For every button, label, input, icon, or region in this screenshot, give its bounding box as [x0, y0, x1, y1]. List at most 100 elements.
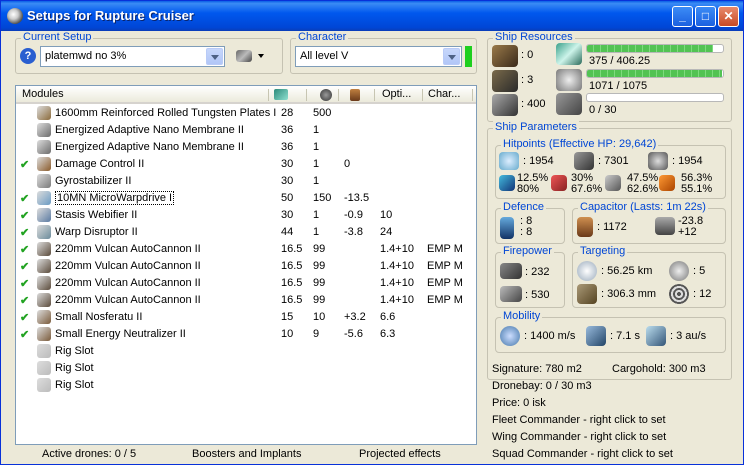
module-row[interactable]: Rig Slot	[16, 343, 476, 360]
capacitor-icon	[577, 217, 593, 237]
active-check-icon[interactable]: ✔	[20, 243, 29, 256]
fleet-commander[interactable]: Fleet Commander - right click to set	[492, 414, 666, 426]
drone-bay-icon	[492, 94, 518, 116]
hitpoints-group: Hitpoints (Effective HP: 29,642) : 1954 …	[495, 138, 726, 199]
powergrid-bar-fill	[587, 70, 723, 77]
active-drones-button[interactable]: Active drones: 0 / 5	[42, 448, 136, 460]
boosters-implants-button[interactable]: Boosters and Implants	[192, 448, 301, 460]
module-charge: EMP M	[427, 294, 463, 306]
calibration-bar	[586, 93, 724, 102]
app-icon	[7, 8, 23, 24]
help-icon[interactable]: ?	[20, 48, 36, 64]
squad-commander[interactable]: Squad Commander - right click to set	[492, 448, 673, 460]
active-check-icon[interactable]: ✔	[20, 328, 29, 341]
max-velocity: : 1400 m/s	[524, 330, 576, 342]
header-optimal[interactable]: Opti...	[382, 88, 411, 100]
module-cpu: 16.5	[281, 260, 303, 272]
module-powergrid: 1	[313, 124, 320, 136]
structure-icon	[648, 152, 668, 170]
chevron-down-icon[interactable]	[443, 48, 460, 65]
dronebay-capacity: Dronebay: 0 / 30 m3	[492, 380, 592, 392]
module-row[interactable]: 1600mm Reinforced Rolled Tungsten Plates…	[16, 105, 476, 122]
minimize-button[interactable]: _	[672, 6, 693, 27]
module-row[interactable]: Energized Adaptive Nano Membrane II 36 1	[16, 139, 476, 156]
setup-menu-button[interactable]	[234, 48, 270, 64]
module-name: Rig Slot	[55, 379, 94, 391]
modules-list[interactable]: Modules Opti... Char... 1600mm Reinforce…	[15, 85, 477, 445]
module-row[interactable]: ✔ Stasis Webifier II 30 1 -0.9 10	[16, 207, 476, 224]
window-title: Setups for Rupture Cruiser	[27, 8, 194, 23]
module-name: Gyrostabilizer II	[55, 175, 132, 187]
setup-select[interactable]: platemwd no 3%	[40, 46, 225, 67]
neutralizer-icon	[37, 327, 51, 341]
defence-group: Defence : 8 : 8	[495, 201, 565, 244]
firepower-turret: : 232	[525, 266, 550, 278]
header-powergrid-icon[interactable]	[320, 89, 332, 101]
module-row[interactable]: ✔ 220mm Vulcan AutoCannon II 16.5 99 1.4+10 E…	[16, 275, 476, 292]
empty-slot-icon	[37, 361, 51, 375]
cpu-value: 375 / 406.25	[589, 55, 651, 67]
module-capacitor: -0.9	[344, 209, 363, 221]
module-row[interactable]: ✔ Damage Control II 30 1 0	[16, 156, 476, 173]
module-row[interactable]: ✔ 10MN MicroWarpdrive I 50 150 -13.5	[16, 190, 476, 207]
powergrid-value: 1071 / 1075	[589, 80, 648, 92]
wing-commander[interactable]: Wing Commander - right click to set	[492, 431, 666, 443]
character-select[interactable]: All level V	[295, 46, 462, 67]
dropdown-arrow-icon	[258, 54, 264, 58]
signature-radius: Signature: 780 m2	[492, 363, 582, 375]
em-resist-icon	[499, 175, 515, 191]
module-optimal: 1.4+10	[380, 294, 414, 306]
active-check-icon[interactable]: ✔	[20, 311, 29, 324]
active-check-icon[interactable]: ✔	[20, 294, 29, 307]
module-row[interactable]: Energized Adaptive Nano Membrane II 36 1	[16, 122, 476, 139]
module-row[interactable]: ✔ Small Energy Neutralizer II 10 9 -5.6 6.3	[16, 326, 476, 343]
header-charge[interactable]: Char...	[428, 88, 460, 100]
sensor-strength: : 12	[693, 288, 712, 300]
module-row[interactable]: ✔ 220mm Vulcan AutoCannon II 16.5 99 1.4+10 E…	[16, 241, 476, 258]
active-check-icon[interactable]: ✔	[20, 209, 29, 222]
active-check-icon[interactable]: ✔	[20, 192, 29, 205]
armor-plate-icon	[37, 106, 51, 120]
hitpoints-label: Hitpoints (Effective HP: 29,642)	[501, 138, 659, 150]
header-capacitor-icon[interactable]	[350, 89, 360, 101]
module-name: 220mm Vulcan AutoCannon II	[55, 294, 201, 306]
cpu-bar	[586, 44, 724, 53]
module-row[interactable]: ✔ Small Nosferatu II 15 10 +3.2 6.6	[16, 309, 476, 326]
active-check-icon[interactable]: ✔	[20, 226, 29, 239]
module-optimal: 6.3	[380, 328, 396, 340]
active-check-icon[interactable]: ✔	[20, 260, 29, 273]
active-check-icon[interactable]: ✔	[20, 158, 29, 171]
projected-effects-button[interactable]: Projected effects	[359, 448, 441, 460]
max-targets: : 5	[693, 265, 706, 277]
capacitor-amount: : 1172	[597, 221, 627, 233]
module-capacitor: +3.2	[344, 311, 366, 323]
chevron-down-icon[interactable]	[206, 48, 223, 65]
turret-damage-icon	[500, 263, 522, 279]
header-modules[interactable]: Modules	[22, 88, 64, 100]
active-check-icon[interactable]: ✔	[20, 277, 29, 290]
module-row[interactable]: ✔ 220mm Vulcan AutoCannon II 16.5 99 1.4+10 E…	[16, 292, 476, 309]
character-group: Character All level V	[290, 31, 477, 74]
module-optimal: 1.4+10	[380, 243, 414, 255]
module-name: Energized Adaptive Nano Membrane II	[55, 124, 244, 136]
module-row[interactable]: Rig Slot	[16, 377, 476, 394]
module-row[interactable]: ✔ Warp Disruptor II 44 1 -3.8 24	[16, 224, 476, 241]
module-cpu: 44	[281, 226, 294, 238]
calibration-icon	[556, 93, 582, 115]
module-powergrid: 9	[313, 328, 320, 340]
title-bar[interactable]: Setups for Rupture Cruiser _ □ ✕	[1, 1, 743, 31]
module-row[interactable]: Rig Slot	[16, 360, 476, 377]
header-cpu-icon[interactable]	[274, 89, 288, 100]
autocannon-icon	[37, 259, 51, 273]
structure-hp: : 1954	[672, 155, 703, 167]
volley-icon	[500, 286, 522, 302]
maximize-button[interactable]: □	[695, 6, 716, 27]
module-powergrid: 1	[313, 175, 320, 187]
close-button[interactable]: ✕	[718, 6, 739, 27]
module-row[interactable]: Gyrostabilizer II 30 1	[16, 173, 476, 190]
turret-slots-value: : 0	[521, 49, 534, 61]
mwd-icon	[37, 191, 51, 205]
module-row[interactable]: ✔ 220mm Vulcan AutoCannon II 16.5 99 1.4+10 E…	[16, 258, 476, 275]
targeting-label: Targeting	[578, 245, 628, 257]
drone-bay-value: : 400	[521, 98, 546, 110]
